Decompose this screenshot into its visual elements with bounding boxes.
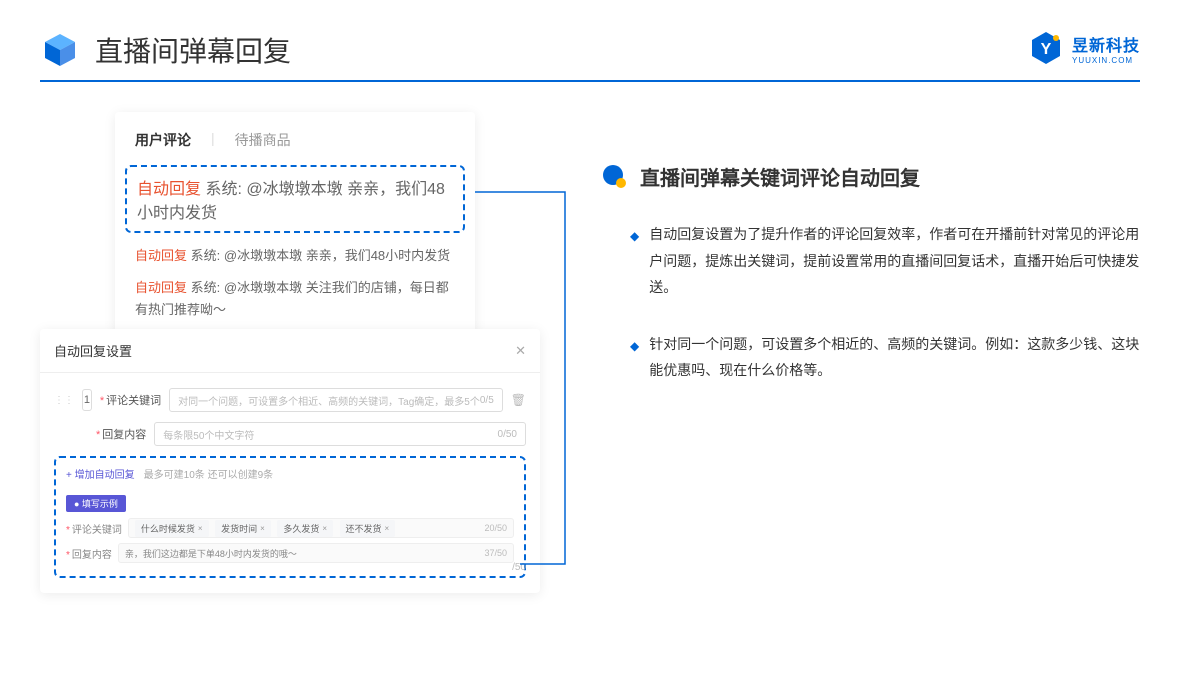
outer-counter: /50: [512, 562, 526, 573]
diamond-icon: ◆: [630, 225, 639, 301]
content-input[interactable]: 每条限50个中文字符 0/50: [154, 422, 526, 446]
example-content-input: 亲，我们这边都是下单48小时内发货的哦～ 37/50: [118, 543, 514, 563]
logo-name: 昱新科技: [1072, 32, 1140, 56]
trash-icon[interactable]: 🗑: [511, 393, 526, 407]
bullet-item: ◆ 自动回复设置为了提升作者的评论回复效率，作者可在开播前针对常见的评论用户问题…: [630, 221, 1140, 301]
settings-title: 自动回复设置: [54, 341, 132, 360]
header-divider: [40, 80, 1140, 82]
add-auto-reply-link[interactable]: + 增加自动回复: [66, 466, 135, 481]
page-title: 直播间弹幕回复: [95, 30, 291, 70]
auto-reply-settings-panel: 自动回复设置 ✕ ⋮⋮ 1 *评论关键词 对同一个问题，可设置多个相近、高频的关…: [40, 329, 540, 593]
example-tag: ● 填写示例: [66, 495, 126, 512]
comment-panel: 用户评论 | 待播商品 自动回复 系统: @冰墩墩本墩 亲亲，我们48小时内发货…: [115, 112, 475, 349]
section-title: 直播间弹幕关键词评论自动回复: [640, 162, 920, 191]
comment-row: 自动回复 系统: @冰墩墩本墩 关注我们的店铺，每日都有热门推荐呦～: [135, 277, 455, 321]
comment-row: 自动回复 系统: @冰墩墩本墩 亲亲，我们48小时内发货: [135, 245, 455, 267]
highlighted-comment: 自动回复 系统: @冰墩墩本墩 亲亲，我们48小时内发货: [125, 165, 465, 233]
hint-text: 最多可建10条 还可以创建9条: [144, 470, 273, 481]
company-logo: Y 昱新科技 YUUXIN.COM: [1028, 30, 1140, 66]
svg-text:Y: Y: [1041, 41, 1052, 58]
keyword-chip: 发货时间×: [215, 520, 271, 537]
keyword-chip: 多久发货×: [277, 520, 333, 537]
diamond-icon: ◆: [630, 335, 639, 384]
example-keyword-input: 什么时候发货× 发货时间× 多久发货× 还不发货× 20/50: [128, 518, 514, 538]
keyword-input[interactable]: 对同一个问题，可设置多个相近、高频的关键词，Tag确定，最多5个 0/5: [169, 388, 503, 412]
tab-user-comments[interactable]: 用户评论: [135, 130, 191, 150]
chat-bubble-icon: [600, 163, 628, 191]
bullet-item: ◆ 针对同一个问题，可设置多个相近的、高频的关键词。例如：这款多少钱、这块能优惠…: [630, 331, 1140, 384]
keyword-chip: 什么时候发货×: [135, 520, 209, 537]
keyword-chip: 还不发货×: [340, 520, 396, 537]
index-box: 1: [82, 389, 92, 411]
cube-icon: [40, 30, 80, 70]
drag-handle-icon[interactable]: ⋮⋮: [54, 395, 74, 406]
tab-divider: |: [211, 130, 215, 150]
close-icon[interactable]: ✕: [515, 343, 526, 359]
tab-pending-products[interactable]: 待播商品: [235, 130, 291, 150]
logo-domain: YUUXIN.COM: [1072, 56, 1140, 65]
auto-reply-tag: 自动回复: [137, 181, 201, 198]
example-box: + 增加自动回复 最多可建10条 还可以创建9条 ● 填写示例 *评论关键词 什…: [54, 456, 526, 578]
